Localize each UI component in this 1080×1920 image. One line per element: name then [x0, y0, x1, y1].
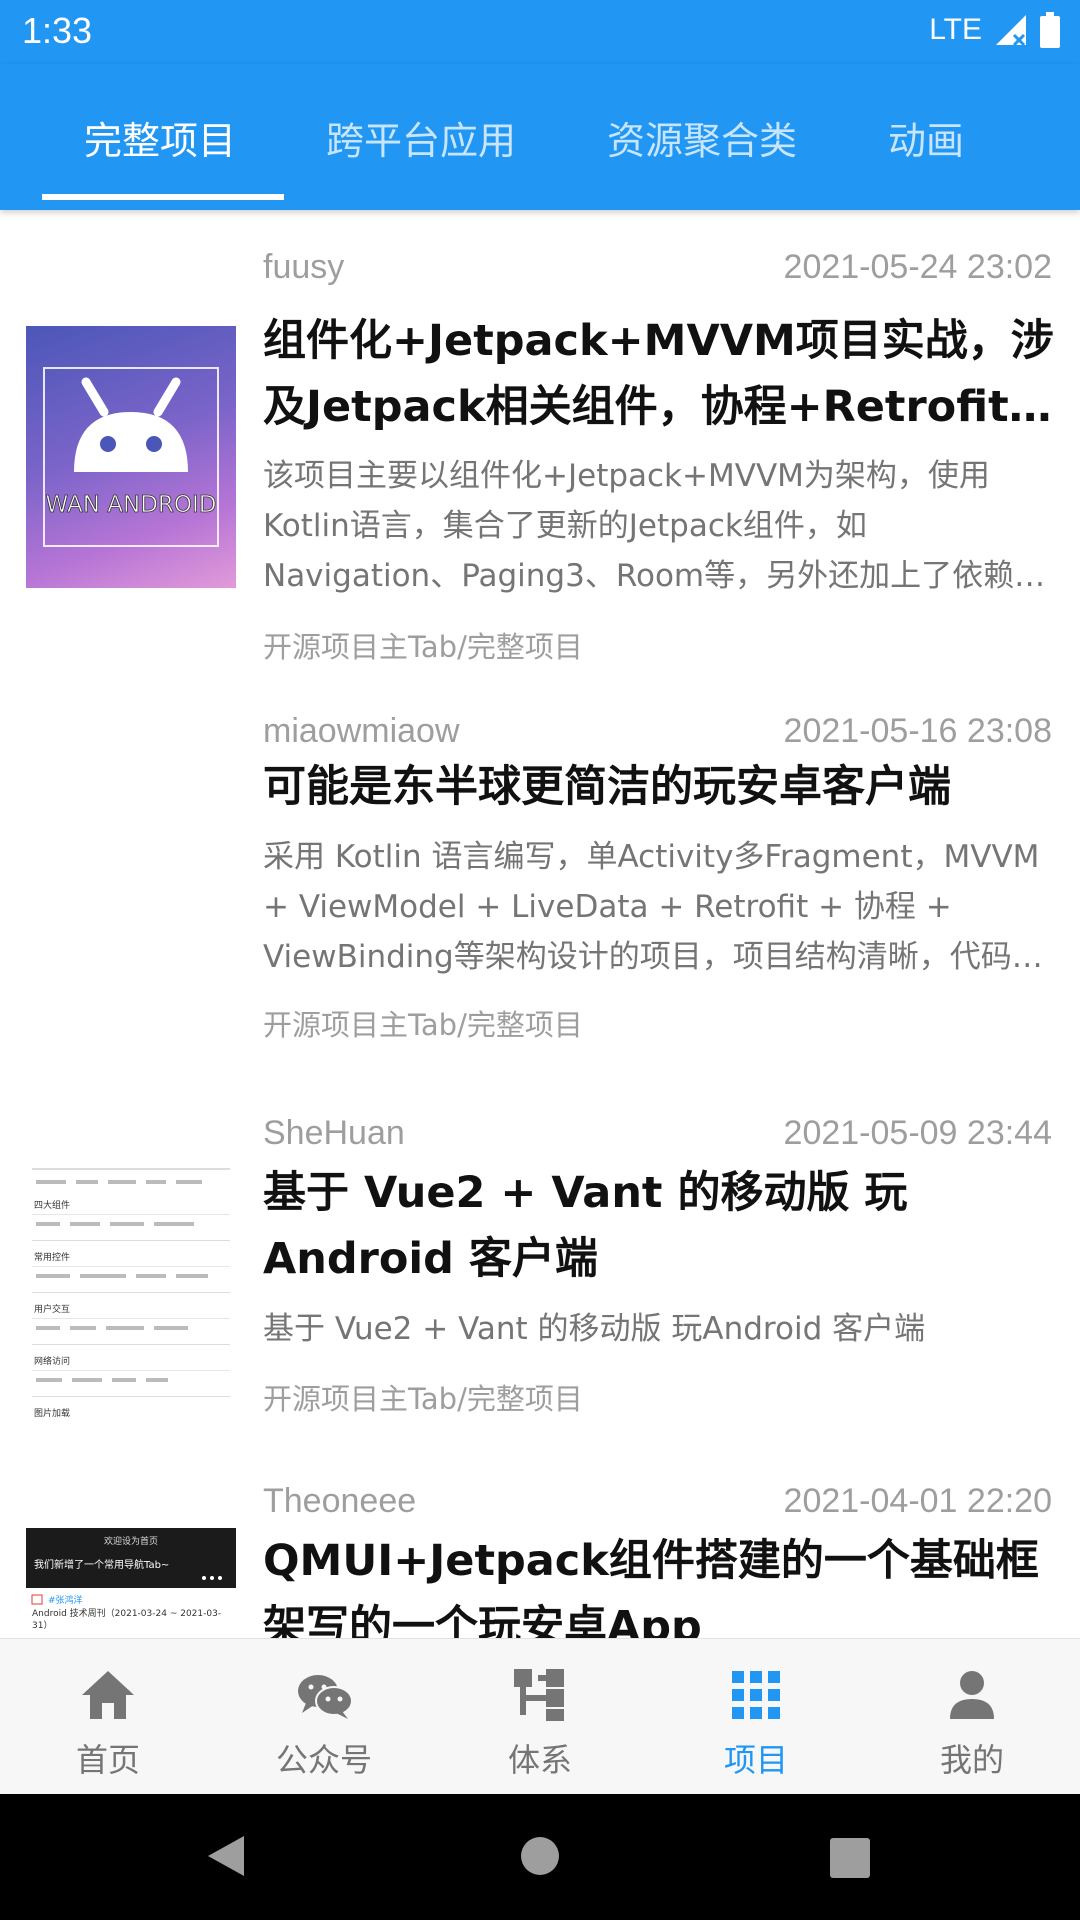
tab-complete-projects[interactable]: 完整项目	[84, 110, 236, 165]
thumb-logo-text: WAN ANDROID	[46, 492, 217, 518]
thumb-line: 图片加载	[34, 1407, 70, 1419]
thumb-line: 网络访问	[34, 1355, 70, 1367]
project-date: 2021-05-24 23:02	[783, 248, 1052, 286]
wan-android-logo: WAN ANDROID	[43, 367, 219, 547]
project-tab-bar: 完整项目 跨平台应用 资源聚合类 动画	[0, 64, 1080, 210]
project-author: miaowmiaow	[263, 712, 460, 750]
nav-label: 公众号	[275, 1741, 372, 1779]
app-screenshot-thumb: 四大组件 常用控件 用户交互 网络访问 图片加载	[32, 1168, 230, 1419]
thumb-welcome-text: 欢迎设为首页	[104, 1535, 158, 1547]
tree-structure-icon	[514, 1669, 564, 1721]
thumb-tag: #张鸿洋	[48, 1594, 83, 1606]
network-type: LTE	[929, 13, 982, 46]
thumb-line: 用户交互	[34, 1303, 70, 1315]
nav-label: 首页	[75, 1741, 140, 1779]
project-author: SheHuan	[263, 1114, 405, 1152]
nav-label: 项目	[723, 1741, 788, 1779]
app-screen: 1:33 LTE 完整项目 跨平台应用 资源聚合类 动画 WAN ANDROID…	[0, 0, 1080, 1920]
project-date: 2021-05-09 23:44	[783, 1114, 1052, 1152]
project-list[interactable]: WAN ANDROID fuusy 2021-05-24 23:02 组件化+J…	[0, 210, 1080, 1638]
project-chapter: 开源项目主Tab/完整项目	[263, 630, 583, 664]
nav-system[interactable]: 体系	[432, 1639, 648, 1795]
nav-label: 我的	[939, 1741, 1004, 1779]
tab-indicator	[42, 194, 284, 200]
project-thumbnail: 欢迎设为首页 我们新增了一个常用导航Tab~ #张鸿洋 Android 技术周刊…	[26, 1528, 236, 1638]
person-icon	[950, 1671, 994, 1719]
project-description: 该项目主要以组件化+Jetpack+MVVM为架构，使用Kotlin语言，集合了…	[263, 458, 1046, 594]
home-icon	[82, 1671, 134, 1719]
thumb-line: 四大组件	[34, 1199, 70, 1211]
signal-icon	[996, 15, 1026, 47]
thumb-sub-text: 我们新增了一个常用导航Tab~	[34, 1558, 169, 1571]
project-thumbnail: 四大组件 常用控件 用户交互 网络访问 图片加载	[26, 1158, 236, 1420]
battery-icon	[1040, 12, 1060, 48]
nav-mine[interactable]: 我的	[864, 1639, 1080, 1795]
tab-cross-platform[interactable]: 跨平台应用	[326, 110, 516, 165]
nav-wechat[interactable]: 公众号	[216, 1639, 432, 1795]
back-icon[interactable]	[206, 1834, 246, 1878]
project-thumbnail: WAN ANDROID	[26, 326, 236, 588]
nav-home[interactable]: 首页	[0, 1639, 216, 1795]
tab-animation[interactable]: 动画	[888, 110, 964, 165]
tab-resource-aggregation[interactable]: 资源聚合类	[607, 110, 797, 165]
recents-icon[interactable]	[830, 1838, 870, 1878]
thumb-caption: Android 技术周刊（2021-03-24 ~ 2021-03-31）	[32, 1609, 222, 1631]
project-description: 基于 Vue2 + Vant 的移动版 玩Android 客户端	[263, 1311, 926, 1347]
project-title: 可能是东半球更简洁的玩安卓客户端	[263, 762, 951, 812]
grid-icon	[732, 1671, 780, 1719]
project-date: 2021-05-16 23:08	[783, 712, 1052, 750]
status-bar: 1:33 LTE	[0, 0, 1080, 64]
project-author: fuusy	[263, 248, 345, 286]
bottom-navigation: 首页 公众号 体系 项目 我的	[0, 1638, 1080, 1794]
project-title: 基于 Vue2 + Vant 的移动版 玩Android 客户端	[263, 1168, 908, 1284]
thumb-line: 常用控件	[34, 1251, 70, 1263]
project-chapter: 开源项目主Tab/完整项目	[263, 1008, 583, 1042]
project-title: 组件化+Jetpack+MVVM项目实战，涉及Jetpack相关组件，协程+Re…	[263, 316, 1054, 432]
nav-label: 体系	[507, 1741, 572, 1779]
project-chapter: 开源项目主Tab/完整项目	[263, 1382, 583, 1416]
home-button-icon[interactable]	[520, 1836, 560, 1876]
project-title: QMUI+Jetpack组件搭建的一个基础框架写的一个玩安卓App	[263, 1536, 1039, 1638]
project-description: 采用 Kotlin 语言编写，单Activity多Fragment，MVVM +…	[263, 839, 1043, 975]
nav-project[interactable]: 项目	[648, 1639, 864, 1795]
app-screenshot-thumb: 欢迎设为首页 我们新增了一个常用导航Tab~ #张鸿洋 Android 技术周刊…	[26, 1528, 236, 1631]
status-icons: LTE	[929, 12, 1060, 48]
status-time: 1:33	[22, 10, 93, 51]
project-author: Theoneee	[263, 1482, 417, 1520]
system-nav-bar	[0, 1794, 1080, 1920]
project-date: 2021-04-01 22:20	[783, 1482, 1052, 1520]
wechat-icon	[298, 1675, 353, 1719]
